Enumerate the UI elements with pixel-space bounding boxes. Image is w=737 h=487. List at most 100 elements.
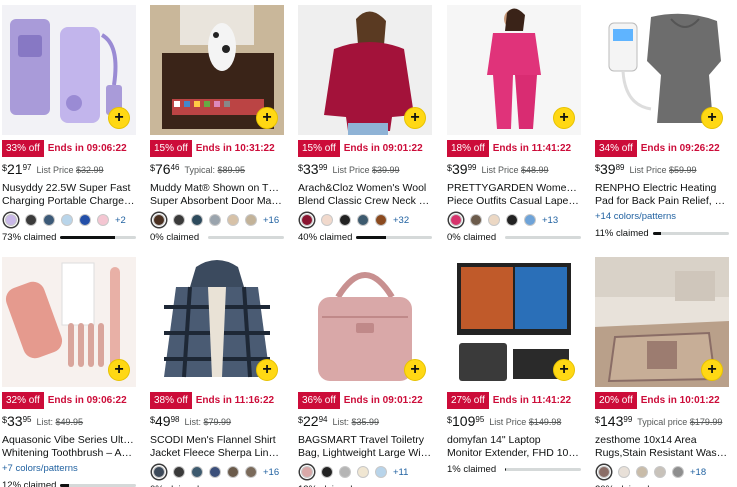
product-card-10[interactable]: + 20% off Ends in 10:01:22 $ 143 99 Typi…	[595, 257, 729, 487]
more-colors-link[interactable]: +16	[263, 215, 279, 226]
color-swatch[interactable]	[357, 214, 369, 226]
product-title-line-1[interactable]: Muddy Mat® Shown on TV –	[150, 182, 284, 195]
product-title-line-1[interactable]: domyfan 14" Laptop	[447, 434, 581, 447]
product-title-line-2[interactable]: Rugs,Stain Resistant Wash…	[595, 447, 729, 460]
more-colors-link[interactable]: +2	[115, 215, 126, 226]
product-image[interactable]: +	[2, 5, 136, 135]
product-image[interactable]: +	[298, 257, 432, 387]
add-to-cart-button[interactable]: +	[553, 107, 575, 129]
product-card-9[interactable]: + 27% off Ends in 11:41:22 $ 109 95 List…	[447, 257, 581, 475]
product-title[interactable]: PRETTYGARDEN Women's 2 Piece Outfits Cas…	[447, 182, 581, 208]
color-swatch[interactable]	[191, 466, 203, 478]
colors-patterns-link[interactable]: +7 colors/patterns	[2, 463, 136, 476]
color-swatch[interactable]	[672, 466, 684, 478]
color-swatch[interactable]	[25, 214, 37, 226]
color-swatch[interactable]	[301, 214, 313, 226]
color-swatch[interactable]	[153, 214, 165, 226]
color-swatch[interactable]	[618, 466, 630, 478]
color-swatch[interactable]	[245, 466, 257, 478]
color-swatch[interactable]	[153, 466, 165, 478]
color-swatch[interactable]	[339, 466, 351, 478]
color-swatch[interactable]	[357, 466, 369, 478]
product-card-3[interactable]: + 15% off Ends in 09:01:22 $ 33 99 List …	[298, 5, 432, 243]
add-to-cart-button[interactable]: +	[256, 359, 278, 381]
product-title-line-2[interactable]: Whitening Toothbrush – A…	[2, 447, 136, 460]
color-swatch[interactable]	[375, 466, 387, 478]
product-title-line-2[interactable]: Piece Outfits Casual Lapel…	[447, 195, 581, 208]
add-to-cart-button[interactable]: +	[108, 107, 130, 129]
product-card-5[interactable]: + 34% off Ends in 09:26:22 $ 39 89 List …	[595, 5, 729, 239]
color-swatch[interactable]	[321, 466, 333, 478]
color-swatch[interactable]	[321, 214, 333, 226]
product-card-2[interactable]: + 15% off Ends in 10:31:22 $ 76 46 Typic…	[150, 5, 284, 243]
color-swatch[interactable]	[636, 466, 648, 478]
product-title[interactable]: SCODI Men's Flannel Shirt Jacket Fleece …	[150, 434, 284, 460]
product-image[interactable]: +	[150, 257, 284, 387]
product-title-line-2[interactable]: Super Absorbent Door Ma…	[150, 195, 284, 208]
product-card-1[interactable]: + 33% off Ends in 09:06:22 $ 21 97 List …	[2, 5, 136, 243]
color-swatch[interactable]	[301, 466, 313, 478]
product-card-4[interactable]: + 18% off Ends in 11:41:22 $ 39 99 List …	[447, 5, 581, 243]
product-image[interactable]: +	[447, 257, 581, 387]
product-title-line-1[interactable]: BAGSMART Travel Toiletry	[298, 434, 432, 447]
color-swatch[interactable]	[488, 214, 500, 226]
color-swatch[interactable]	[227, 466, 239, 478]
product-title-line-2[interactable]: Pad for Back Pain Relief, B…	[595, 195, 729, 208]
more-colors-link[interactable]: +18	[690, 467, 706, 478]
product-title[interactable]: zesthome 10x14 Area Rugs,Stain Resistant…	[595, 434, 729, 460]
product-image[interactable]: +	[595, 257, 729, 387]
add-to-cart-button[interactable]: +	[701, 107, 723, 129]
product-title-line-2[interactable]: Monitor Extender, FHD 10…	[447, 447, 581, 460]
color-swatch[interactable]	[209, 214, 221, 226]
color-swatch[interactable]	[227, 214, 239, 226]
product-title-line-1[interactable]: PRETTYGARDEN Women's 2	[447, 182, 581, 195]
product-card-8[interactable]: + 36% off Ends in 09:01:22 $ 22 94 List:…	[298, 257, 432, 487]
color-swatch[interactable]	[5, 214, 17, 226]
product-title[interactable]: Muddy Mat® Shown on TV – Super Absorbent…	[150, 182, 284, 208]
product-image[interactable]: +	[595, 5, 729, 135]
product-image[interactable]: +	[298, 5, 432, 135]
product-title[interactable]: Arach&Cloz Women's Wool Blend Classic Cr…	[298, 182, 432, 208]
color-swatch[interactable]	[97, 214, 109, 226]
color-swatch[interactable]	[524, 214, 536, 226]
add-to-cart-button[interactable]: +	[108, 359, 130, 381]
add-to-cart-button[interactable]: +	[256, 107, 278, 129]
product-title-line-2[interactable]: Jacket Fleece Sherpa Line…	[150, 447, 284, 460]
product-title[interactable]: domyfan 14" Laptop Monitor Extender, FHD…	[447, 434, 581, 460]
product-title-line-1[interactable]: Arach&Cloz Women's Wool	[298, 182, 432, 195]
color-swatch[interactable]	[598, 466, 610, 478]
product-card-6[interactable]: + 32% off Ends in 09:06:22 $ 33 95 List:…	[2, 257, 136, 487]
color-swatch[interactable]	[43, 214, 55, 226]
color-swatch[interactable]	[654, 466, 666, 478]
color-swatch[interactable]	[339, 214, 351, 226]
product-title-line-2[interactable]: Charging Portable Charger…	[2, 195, 136, 208]
color-swatch[interactable]	[79, 214, 91, 226]
more-colors-link[interactable]: +32	[393, 215, 409, 226]
more-colors-link[interactable]: +13	[542, 215, 558, 226]
product-title-line-1[interactable]: zesthome 10x14 Area	[595, 434, 729, 447]
color-swatch[interactable]	[470, 214, 482, 226]
more-colors-link[interactable]: +11	[393, 467, 408, 478]
color-swatch[interactable]	[173, 466, 185, 478]
color-swatch[interactable]	[173, 214, 185, 226]
product-title-line-1[interactable]: Aquasonic Vibe Series Ultra-	[2, 434, 136, 447]
color-swatch[interactable]	[191, 214, 203, 226]
product-title[interactable]: RENPHO Electric Heating Pad for Back Pai…	[595, 182, 729, 208]
product-image[interactable]: +	[150, 5, 284, 135]
product-title-line-1[interactable]: RENPHO Electric Heating	[595, 182, 729, 195]
product-title[interactable]: Nusyddy 22.5W Super Fast Charging Portab…	[2, 182, 136, 208]
add-to-cart-button[interactable]: +	[404, 359, 426, 381]
product-title[interactable]: BAGSMART Travel Toiletry Bag, Lightweigh…	[298, 434, 432, 460]
color-swatch[interactable]	[450, 214, 462, 226]
product-title-line-1[interactable]: Nusyddy 22.5W Super Fast	[2, 182, 136, 195]
color-swatch[interactable]	[375, 214, 387, 226]
product-title-line-2[interactable]: Bag, Lightweight Large Wi…	[298, 447, 432, 460]
colors-patterns-link[interactable]: +14 colors/patterns	[595, 211, 729, 224]
add-to-cart-button[interactable]: +	[701, 359, 723, 381]
add-to-cart-button[interactable]: +	[553, 359, 575, 381]
color-swatch[interactable]	[506, 214, 518, 226]
more-colors-link[interactable]: +16	[263, 467, 279, 478]
product-image[interactable]: +	[2, 257, 136, 387]
product-title-line-1[interactable]: SCODI Men's Flannel Shirt	[150, 434, 284, 447]
color-swatch[interactable]	[209, 466, 221, 478]
